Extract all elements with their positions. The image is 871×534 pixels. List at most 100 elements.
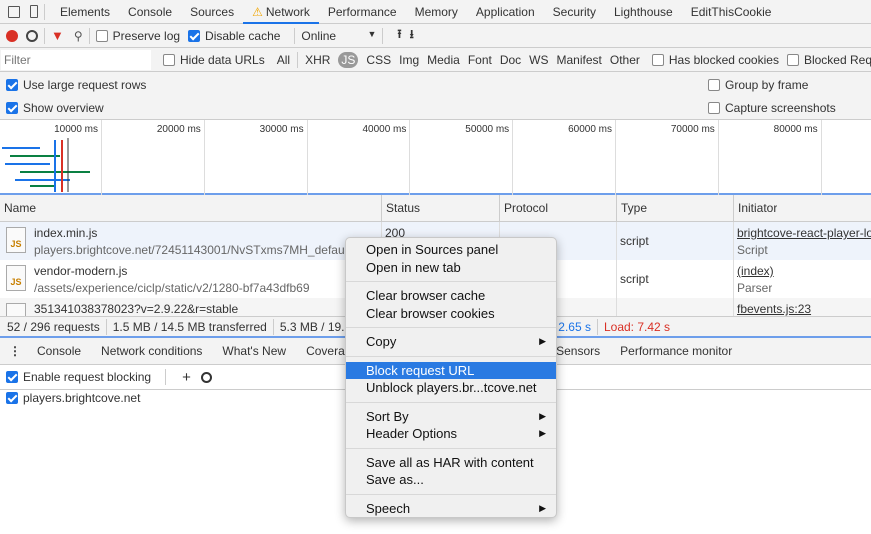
checkbox[interactable] [708, 79, 720, 91]
checkbox[interactable] [188, 29, 201, 42]
overview-waterfall [2, 138, 90, 192]
request-initiator[interactable]: brightcove-react-player-loader [733, 226, 871, 240]
label: Show overview [23, 101, 104, 115]
import-har-icon[interactable]: ⭱ [397, 25, 401, 46]
request-path: players.brightcove.net/72451143001/NvSTx… [34, 243, 351, 257]
filter-type-js[interactable]: JS [338, 51, 359, 68]
blocked-requests-checkbox[interactable]: Blocked Requests [786, 53, 871, 67]
menu-item-unblock-players-br-tcove-net[interactable]: Unblock players.br...tcove.net [346, 379, 556, 397]
checkbox[interactable] [708, 102, 720, 114]
request-initiator[interactable]: (index) [733, 264, 871, 278]
menu-separator [346, 493, 556, 495]
divider [44, 3, 45, 20]
filter-type-media[interactable]: Media [427, 53, 460, 67]
filter-type-xhr[interactable]: XHR [305, 53, 330, 67]
menu-item-clear-browser-cache[interactable]: Clear browser cache [346, 287, 556, 305]
tab-elements[interactable]: Elements [51, 0, 119, 24]
remove-all-patterns-icon[interactable] [200, 371, 212, 383]
column-header-status[interactable]: Status [381, 195, 420, 222]
drawer-tab-network-conditions[interactable]: Network conditions [91, 338, 212, 364]
filter-type-other[interactable]: Other [610, 53, 640, 67]
record-button[interactable] [6, 29, 18, 42]
throttling-select[interactable]: Online ▼ [301, 29, 376, 43]
checkbox[interactable] [6, 371, 18, 383]
menu-item-label: Clear browser cache [366, 288, 486, 303]
tab-network[interactable]: ⚠ Network [243, 0, 319, 24]
tab-application[interactable]: Application [467, 0, 544, 24]
network-overview[interactable]: 10000 ms 20000 ms 30000 ms 40000 ms 50000 ms… [0, 120, 871, 195]
export-har-icon[interactable]: ⭳ [410, 25, 414, 46]
menu-item-label: Open in Sources panel [366, 242, 499, 257]
inspect-element-icon[interactable] [8, 5, 20, 18]
menu-item-label: Open in new tab [366, 259, 461, 275]
js-file-icon: JS [6, 265, 26, 291]
capture-screenshots-checkbox[interactable]: Capture screenshots [708, 101, 836, 115]
tab-label: Security [552, 4, 596, 19]
menu-item-sort-by[interactable]: Sort By ▶ [346, 408, 556, 426]
menu-item-save-all-as-har-with-content[interactable]: Save all as HAR with content [346, 454, 556, 472]
checkbox[interactable] [6, 102, 18, 114]
tab-security[interactable]: Security [544, 0, 605, 24]
column-header-type[interactable]: Type [616, 195, 647, 222]
filter-type-ws[interactable]: WS [529, 53, 548, 67]
filter-type-css[interactable]: CSS [366, 53, 391, 67]
checkbox[interactable] [163, 53, 175, 66]
filter-type-all[interactable]: All [277, 53, 290, 67]
divider [272, 318, 274, 335]
add-pattern-icon[interactable]: + [182, 369, 191, 386]
disable-cache-checkbox[interactable]: Disable cache [188, 29, 280, 43]
tab-lighthouse[interactable]: Lighthouse [605, 0, 682, 24]
menu-item-save-as[interactable]: Save as... [346, 471, 556, 489]
search-icon[interactable]: ⚲ [74, 29, 83, 43]
overview-tick-line [615, 120, 616, 195]
checkbox[interactable] [95, 29, 108, 42]
filter-type-manifest[interactable]: Manifest [557, 53, 602, 67]
column-header-protocol[interactable]: Protocol [499, 195, 548, 222]
show-overview-checkbox[interactable]: Show overview [6, 101, 104, 115]
menu-item-header-options[interactable]: Header Options ▶ [346, 425, 556, 443]
blocked-patterns-list: players.brightcove.net [6, 391, 148, 407]
checkbox[interactable] [786, 53, 799, 66]
clear-button[interactable] [26, 29, 38, 42]
filter-type-font[interactable]: Font [468, 53, 492, 67]
divider [105, 318, 107, 335]
menu-item-open-in-new-tab[interactable]: Open in new tab [346, 259, 556, 277]
enable-request-blocking-checkbox[interactable]: Enable request blocking [6, 370, 151, 384]
filter-input[interactable] [1, 49, 151, 70]
tab-console[interactable]: Console [119, 0, 181, 24]
menu-item-speech[interactable]: Speech ▶ [346, 500, 556, 518]
menu-item-label: Save as... [366, 472, 424, 487]
checkbox[interactable] [6, 392, 18, 404]
has-blocked-cookies-checkbox[interactable]: Has blocked cookies [651, 53, 779, 67]
warning-icon: ⚠ [252, 4, 263, 19]
blocked-pattern-item[interactable]: players.brightcove.net [6, 391, 140, 405]
filter-type-doc[interactable]: Doc [500, 53, 521, 67]
checkbox[interactable] [651, 53, 664, 66]
menu-item-copy[interactable]: Copy ▶ [346, 333, 556, 351]
column-header-initiator[interactable]: Initiator [733, 195, 777, 222]
large-rows-checkbox[interactable]: Use large request rows [6, 78, 146, 92]
drawer-tab-performance-monitor[interactable]: Performance monitor [610, 338, 742, 364]
drawer-tab-what-s-new[interactable]: What's New [212, 338, 296, 364]
label: Preserve log [112, 28, 181, 43]
tab-sources[interactable]: Sources [181, 0, 243, 24]
menu-item-block-request-url[interactable]: Block request URL [346, 361, 556, 379]
device-toolbar-icon[interactable] [30, 5, 38, 18]
menu-item-clear-browser-cookies[interactable]: Clear browser cookies [346, 305, 556, 323]
hide-data-urls-checkbox[interactable]: Hide data URLs [163, 53, 265, 67]
column-header-name[interactable]: Name [0, 195, 36, 222]
tab-editthiscookie[interactable]: EditThisCookie [682, 0, 781, 24]
drawer-tab-console[interactable]: Console [27, 338, 91, 364]
preserve-log-checkbox[interactable]: Preserve log [95, 28, 181, 43]
menu-item-open-in-sources-panel[interactable]: Open in Sources panel [346, 241, 556, 259]
filter-icon[interactable]: ▼ [51, 28, 64, 43]
checkbox[interactable] [6, 79, 18, 91]
tab-performance[interactable]: Performance [319, 0, 406, 24]
group-by-frame-checkbox[interactable]: Group by frame [708, 78, 808, 92]
drawer-menu-icon[interactable]: ⋮ [9, 344, 21, 358]
tab-memory[interactable]: Memory [406, 0, 467, 24]
request-initiator[interactable]: fbevents.js:23 [733, 302, 871, 316]
label: Hide data URLs [180, 52, 265, 67]
filter-type-img[interactable]: Img [399, 53, 419, 67]
menu-separator [346, 355, 556, 357]
